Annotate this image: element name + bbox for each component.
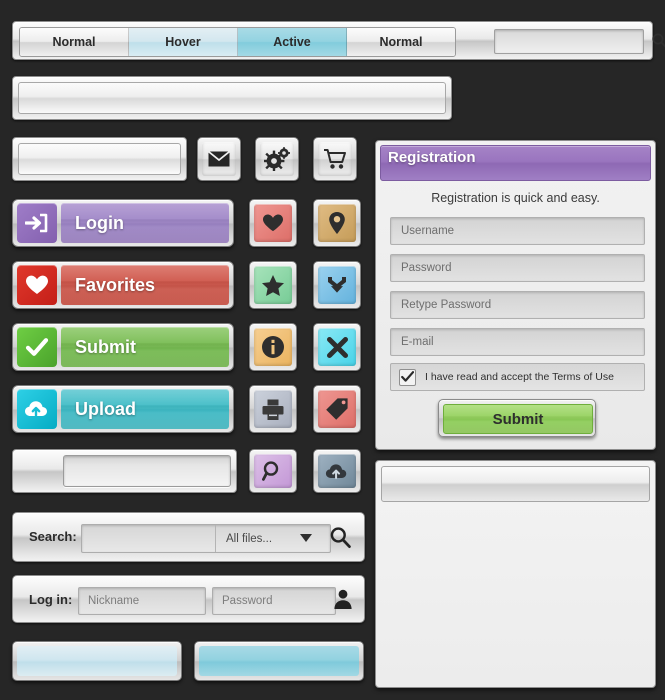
info-icon [254, 328, 292, 366]
tab-label: Normal [52, 35, 96, 49]
tab-search-input[interactable] [494, 29, 665, 54]
magnifier-icon [254, 454, 292, 488]
password-input[interactable]: Password [212, 587, 336, 615]
mail-icon [202, 142, 236, 176]
login-button[interactable]: Login [12, 199, 234, 247]
registration-subtitle: Registration is quick and easy. [431, 191, 600, 205]
login-arrow-icon [17, 203, 57, 243]
cloud-upload-icon [318, 454, 356, 488]
registration-panel: Registration Registration is quick and e… [375, 140, 656, 450]
gears-icon [260, 142, 294, 176]
tab-label: Hover [165, 35, 201, 49]
username-placeholder: Username [401, 225, 455, 237]
tab-bar: Normal Hover Active Normal [12, 21, 665, 60]
empty-panel-header[interactable] [381, 466, 650, 502]
empty-panel [375, 460, 656, 688]
favorite-icon-button[interactable] [249, 199, 297, 247]
print-icon-button[interactable] [249, 385, 297, 433]
submit-label-panel: Submit [61, 327, 229, 367]
upload-button[interactable]: Upload [12, 385, 234, 433]
search-bar: Search: All files... [12, 512, 365, 562]
state-bar-active[interactable] [194, 641, 364, 681]
checkmark-icon [17, 327, 57, 367]
nickname-placeholder: Nickname [88, 595, 140, 607]
cloud-upload-icon-button[interactable] [313, 449, 361, 493]
download-icon-button[interactable] [313, 261, 361, 309]
upload-label-panel: Upload [61, 389, 229, 429]
download-icon [318, 266, 356, 304]
registration-submit-face: Submit [443, 404, 593, 434]
email-placeholder: E-mail [401, 336, 434, 348]
login-label: Log in: [29, 592, 73, 607]
password-input[interactable]: Password [390, 254, 645, 282]
tab-strip: Normal Hover Active Normal [19, 27, 456, 57]
price-tag-icon [318, 390, 356, 428]
tag-icon-button[interactable] [313, 385, 361, 433]
terms-row[interactable]: I have read and accept the Terms of Use [390, 363, 645, 391]
state-bar-hover-fill [17, 646, 177, 676]
close-icon-button[interactable] [313, 323, 361, 371]
login-bar: Log in: Nickname Password [12, 575, 365, 623]
plain-bar[interactable] [12, 137, 187, 181]
ui-kit-canvas: Normal Hover Active Normal Login Favorit… [0, 0, 665, 700]
location-icon-button[interactable] [313, 199, 361, 247]
registration-title: Registration [388, 149, 476, 166]
star-icon-button[interactable] [249, 261, 297, 309]
plain-bar-inner [18, 143, 181, 175]
map-pin-icon [318, 204, 356, 242]
login-label: Login [75, 212, 124, 233]
favorites-label: Favorites [75, 274, 156, 295]
star-icon [254, 266, 292, 304]
retype-password-input[interactable]: Retype Password [390, 291, 645, 319]
search-icon[interactable] [329, 526, 352, 549]
state-bar-active-fill [199, 646, 359, 676]
heart-icon [254, 204, 292, 242]
search-input[interactable]: All files... [81, 524, 331, 553]
login-label-panel: Login [61, 203, 229, 243]
info-icon-button[interactable] [249, 323, 297, 371]
tab-label: Normal [379, 35, 423, 49]
submit-label: Submit [75, 336, 136, 357]
tab-hover[interactable]: Hover [129, 28, 238, 56]
state-bar-hover[interactable] [12, 641, 182, 681]
search-icon[interactable] [651, 32, 665, 49]
registration-submit-button[interactable]: Submit [438, 399, 596, 437]
chevron-down-icon [300, 534, 312, 542]
search-icon-button[interactable] [249, 449, 297, 493]
tab-active[interactable]: Active [238, 28, 347, 56]
favorites-button[interactable]: Favorites [12, 261, 234, 309]
registration-submit-label: Submit [492, 410, 544, 428]
cart-button[interactable] [313, 137, 357, 181]
close-x-icon [318, 328, 356, 366]
file-type-dropdown[interactable]: All files... [215, 525, 322, 552]
file-type-value: All files... [226, 532, 273, 545]
terms-label: I have read and accept the Terms of Use [425, 371, 614, 383]
password-placeholder: Password [222, 595, 273, 607]
nickname-input[interactable]: Nickname [78, 587, 206, 615]
heart-icon [17, 265, 57, 305]
tab-normal-1[interactable]: Normal [20, 28, 129, 56]
search-label: Search: [29, 529, 77, 544]
cloud-upload-icon [17, 389, 57, 429]
password-placeholder: Password [401, 262, 452, 274]
mini-bar-input[interactable] [63, 455, 231, 487]
wide-empty-bar-inner [18, 82, 446, 114]
user-icon[interactable] [332, 588, 354, 610]
email-input[interactable]: E-mail [390, 328, 645, 356]
favorites-label-panel: Favorites [61, 265, 229, 305]
retype-password-placeholder: Retype Password [401, 299, 492, 311]
wide-empty-bar[interactable] [12, 76, 452, 120]
terms-checkbox[interactable] [399, 368, 416, 386]
tab-normal-2[interactable]: Normal [347, 28, 455, 56]
tab-label: Active [273, 35, 311, 49]
shopping-cart-icon [318, 142, 352, 176]
upload-label: Upload [75, 398, 136, 419]
settings-button[interactable] [255, 137, 299, 181]
printer-icon [254, 390, 292, 428]
submit-button[interactable]: Submit [12, 323, 234, 371]
mini-bar[interactable] [12, 449, 237, 493]
mail-button[interactable] [197, 137, 241, 181]
username-input[interactable]: Username [390, 217, 645, 245]
